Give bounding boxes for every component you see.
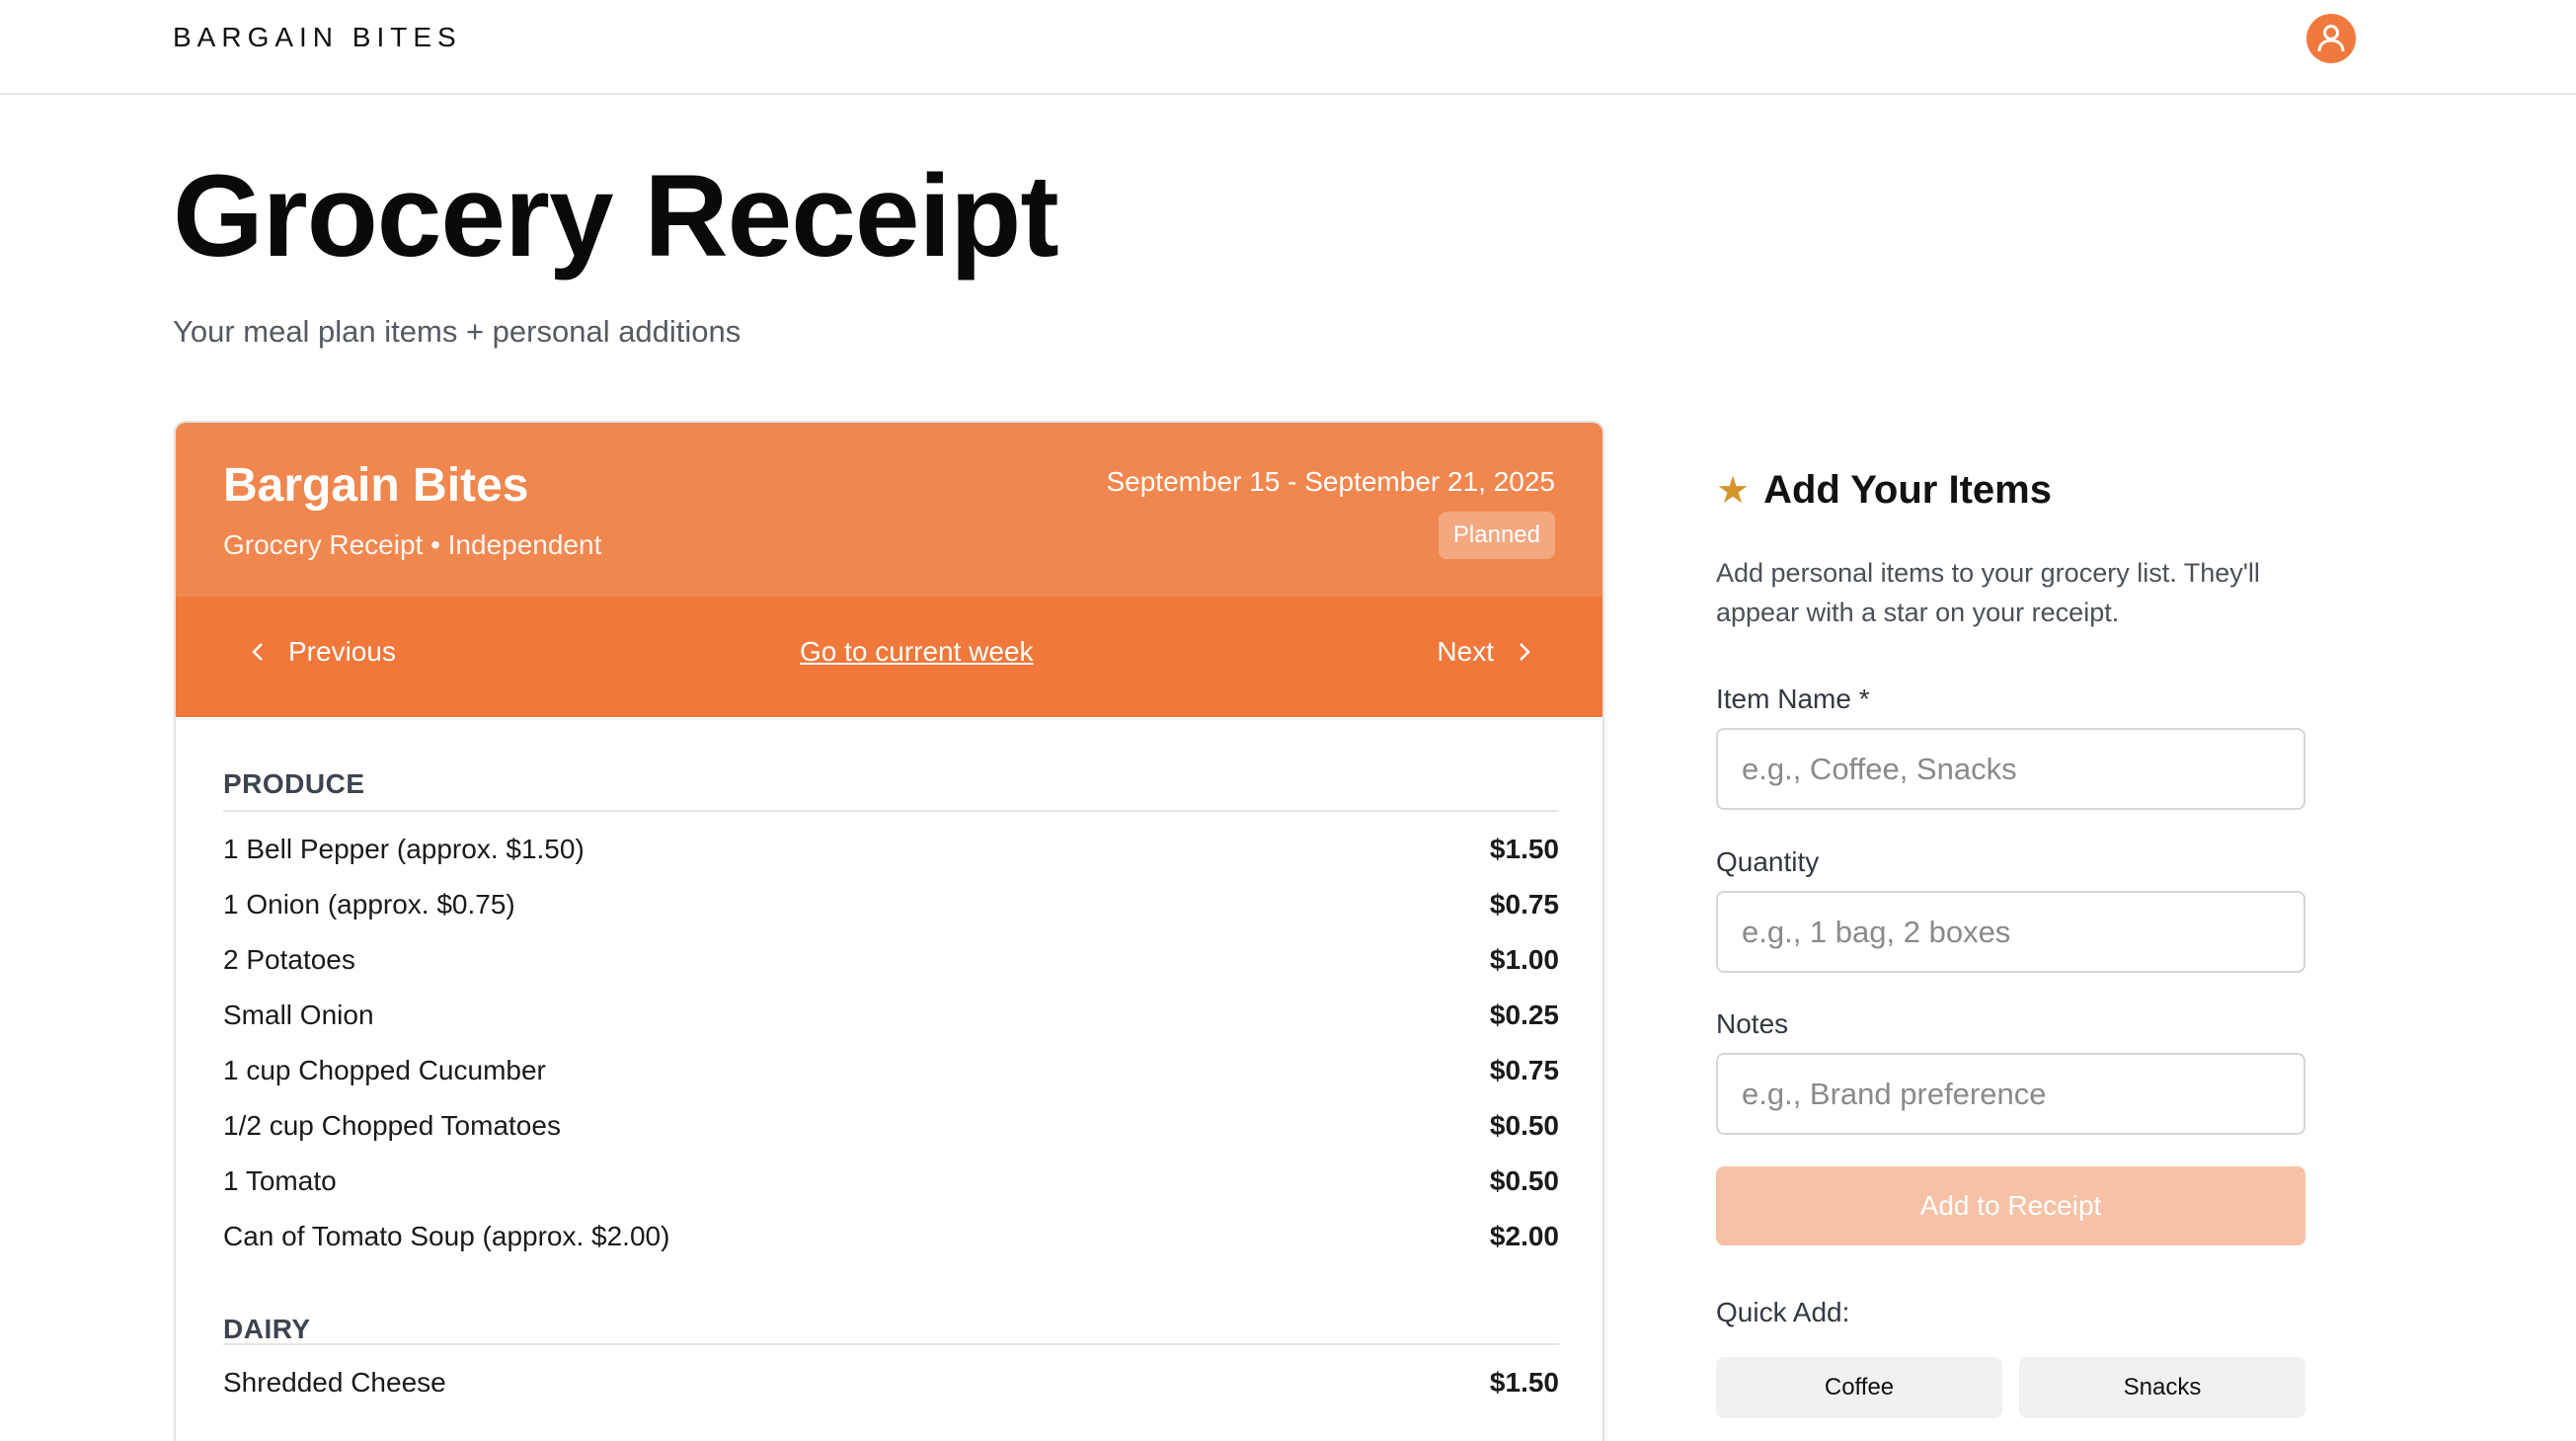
add-items-title: Add Your Items [1763, 468, 2052, 512]
quick-add-coffee-button[interactable]: Coffee [1716, 1357, 2002, 1418]
item-name: 1 cup Chopped Cucumber [223, 1055, 546, 1085]
quantity-input[interactable] [1716, 891, 2305, 973]
chevron-left-icon [252, 643, 263, 661]
item-name: 2 Potatoes [223, 944, 355, 975]
receipt-item: Shredded Cheese $1.50 [223, 1355, 1559, 1410]
notes-label: Notes [1716, 1008, 1789, 1039]
item-name: Small Onion [223, 1000, 374, 1030]
store-name: Bargain Bites [223, 459, 529, 512]
item-price: $0.50 [1489, 1110, 1559, 1141]
dairy-list: Shredded Cheese $1.50 [223, 1345, 1559, 1410]
receipt-item: Small Onion $0.25 [223, 988, 1559, 1043]
add-items-heading: ★ Add Your Items [1716, 468, 2052, 513]
receipt-item: 1 Onion (approx. $0.75) $0.75 [223, 877, 1559, 932]
item-name: 1/2 cup Chopped Tomatoes [223, 1110, 561, 1141]
previous-week-button[interactable]: Previous [251, 636, 396, 668]
item-name: 1 Onion (approx. $0.75) [223, 889, 515, 920]
section-heading-dairy: DAIRY [223, 1264, 1559, 1345]
receipt-item: 2 Potatoes $1.00 [223, 932, 1559, 988]
quick-add-snacks-button[interactable]: Snacks [2019, 1357, 2305, 1418]
item-price: $1.50 [1489, 834, 1559, 864]
receipt-item: 1 cup Chopped Cucumber $0.75 [223, 1043, 1559, 1098]
page-subtitle: Your meal plan items + personal addition… [173, 314, 742, 349]
receipt-card: Bargain Bites Grocery Receipt • Independ… [174, 421, 1604, 1441]
produce-list: 1 Bell Pepper (approx. $1.50) $1.50 1 Oni… [223, 812, 1559, 1264]
store-subtitle: Grocery Receipt • Independent [223, 529, 602, 560]
item-name: 1 Bell Pepper (approx. $1.50) [223, 834, 585, 864]
user-icon [2317, 25, 2345, 52]
next-week-button[interactable]: Next [1437, 636, 1531, 668]
quick-add-label: Quick Add: [1716, 1297, 1850, 1327]
top-navigation: BARGAIN BITES [0, 0, 2576, 95]
add-items-description: Add personal items to your grocery list.… [1716, 558, 2260, 627]
item-price: $0.50 [1489, 1165, 1559, 1196]
item-price: $1.50 [1489, 1367, 1559, 1398]
notes-input[interactable] [1716, 1053, 2305, 1135]
star-icon: ★ [1716, 470, 1751, 512]
current-week-link[interactable]: Go to current week [800, 636, 1034, 668]
chevron-right-icon [1520, 643, 1530, 661]
receipt-items: PRODUCE 1 Bell Pepper (approx. $1.50) $1.… [223, 717, 1559, 1410]
add-to-receipt-button[interactable]: Add to Receipt [1716, 1166, 2305, 1245]
status-badge: Planned [1438, 512, 1555, 559]
item-price: $2.00 [1489, 1221, 1559, 1251]
week-date-range: September 15 - September 21, 2025 [1106, 466, 1555, 497]
item-price: $0.75 [1489, 1055, 1559, 1085]
receipt-item: 1 Tomato $0.50 [223, 1154, 1559, 1209]
user-avatar-button[interactable] [2306, 14, 2356, 63]
receipt-item: Can of Tomato Soup (approx. $2.00) $2.00 [223, 1209, 1559, 1264]
item-name-label: Item Name * [1716, 683, 1870, 714]
page-title: Grocery Receipt [173, 151, 1059, 281]
week-navigation: Previous Go to current week Next [176, 597, 1602, 717]
quantity-label: Quantity [1716, 846, 1820, 877]
previous-week-label: Previous [288, 636, 396, 667]
receipt-item: 1/2 cup Chopped Tomatoes $0.50 [223, 1098, 1559, 1154]
item-name: 1 Tomato [223, 1165, 337, 1196]
receipt-item: 1 Bell Pepper (approx. $1.50) $1.50 [223, 822, 1559, 877]
item-name: Shredded Cheese [223, 1367, 446, 1398]
item-price: $0.75 [1489, 889, 1559, 920]
item-name-input[interactable] [1716, 728, 2305, 810]
section-heading-produce: PRODUCE [223, 717, 1559, 812]
brand-logo[interactable]: BARGAIN BITES [173, 22, 462, 53]
item-price: $0.25 [1489, 1000, 1559, 1030]
item-name: Can of Tomato Soup (approx. $2.00) [223, 1221, 670, 1251]
next-week-label: Next [1437, 636, 1494, 667]
receipt-header: Bargain Bites Grocery Receipt • Independ… [176, 423, 1602, 597]
item-price: $1.00 [1489, 944, 1559, 975]
